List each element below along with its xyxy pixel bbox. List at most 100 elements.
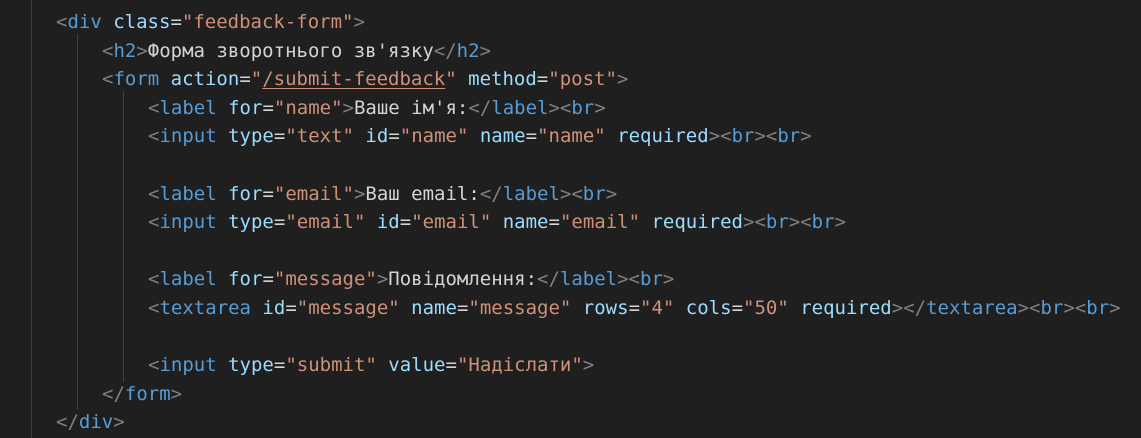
token-str: "name" — [399, 125, 469, 148]
token-bracket: > — [662, 268, 675, 291]
token-bracket: > — [342, 96, 354, 119]
token-bracket: >< — [1063, 296, 1087, 319]
token-bracket: ></ — [891, 296, 927, 319]
code-line[interactable]: <h2>Форма зворотнього зв'язку</h2> — [0, 37, 1121, 66]
token-str: "Надіслати" — [456, 354, 583, 377]
token-eq: = — [273, 354, 286, 377]
token-attr: id — [365, 125, 389, 148]
code-line[interactable]: <label for="name">Ваше ім'я:</label><br> — [0, 94, 1121, 123]
token-str: "feedback-form" — [181, 11, 354, 33]
code-line[interactable]: <input type="submit" value="Надіслати"> — [0, 351, 1121, 380]
token-tag: h2 — [456, 39, 480, 62]
token-tag: label — [491, 96, 549, 119]
token-tag: br — [811, 211, 835, 234]
token-bracket: > — [834, 211, 847, 234]
token-str: "4" — [640, 296, 675, 319]
token-eq: = — [388, 125, 400, 148]
token-str: " — [445, 68, 457, 91]
token-bracket: > — [479, 39, 492, 62]
token-bracket: >< — [788, 211, 812, 234]
code-line[interactable]: <input type="text" id="name" name="name"… — [0, 122, 1121, 151]
token-tag: label — [159, 96, 217, 119]
token-eq: = — [239, 68, 251, 91]
token-attr: cols — [685, 296, 732, 319]
token-str: "submit" — [285, 354, 377, 377]
code-line[interactable]: <form action="/submit-feedback" method="… — [0, 65, 1121, 94]
token-bracket: </ — [56, 411, 79, 434]
token-bracket: > — [582, 354, 595, 377]
token-bracket: >< — [617, 268, 640, 291]
token-eq: = — [262, 182, 274, 205]
token-text: Ваше ім'я: — [353, 96, 469, 119]
code-line[interactable] — [0, 237, 1121, 266]
token-str: "email" — [559, 211, 641, 234]
token-bracket: < — [148, 268, 160, 291]
token-tag: form — [124, 382, 171, 405]
code-line[interactable]: <label for="message">Повідомлення:</labe… — [0, 265, 1121, 294]
token-tag: input — [159, 354, 217, 377]
token-text: Ваш email: — [365, 182, 480, 205]
token-tag: br — [765, 211, 789, 234]
token-bracket: >< — [559, 182, 583, 205]
token-eq: = — [273, 211, 286, 234]
code-line[interactable]: </form> — [0, 380, 1121, 409]
token-tag: textarea — [926, 296, 1018, 319]
code-content[interactable]: <div class="feedback-form"> <h2>Форма зво… — [0, 8, 1121, 437]
token-attr: type — [228, 211, 274, 234]
token-text: Повідомлення: — [388, 268, 538, 291]
token-str: "email" — [273, 182, 354, 205]
token-attr: for — [228, 96, 263, 119]
token-bracket: > — [353, 182, 366, 205]
token-bracket: < — [56, 11, 68, 33]
token-eq: = — [262, 268, 274, 291]
token-bracket: >< — [548, 96, 572, 119]
token-attr: name — [411, 296, 457, 319]
token-bracket: < — [148, 125, 160, 148]
code-line[interactable] — [0, 323, 1121, 352]
code-line[interactable]: <input type="email" id="email" name="ema… — [0, 208, 1121, 237]
token-attr: for — [228, 182, 263, 205]
token-tag: h2 — [113, 39, 137, 62]
token-tag: br — [571, 96, 595, 119]
token-eq: = — [170, 11, 182, 33]
token-attr: required — [617, 125, 709, 148]
token-eq: = — [731, 296, 744, 319]
token-bracket: < — [148, 211, 160, 234]
token-bracket: </ — [433, 39, 457, 62]
code-line[interactable]: <label for="email">Ваш email:</label><br… — [0, 180, 1121, 209]
code-line[interactable]: </div> — [0, 408, 1121, 437]
token-bracket: </ — [479, 182, 503, 205]
token-tag: label — [159, 182, 217, 205]
token-tag: textarea — [159, 296, 251, 319]
code-line[interactable]: <textarea id="message" name="message" ro… — [0, 294, 1121, 323]
token-tag: div — [67, 11, 102, 33]
token-eq: = — [536, 68, 549, 91]
code-line[interactable]: <div class="feedback-form"> — [0, 8, 1121, 37]
token-eq: = — [525, 125, 538, 148]
token-tag: label — [159, 268, 217, 291]
code-line[interactable] — [0, 151, 1121, 180]
token-eq: = — [399, 211, 412, 234]
token-tag: input — [159, 125, 217, 148]
token-tag: br — [731, 125, 755, 148]
code-editor[interactable]: <div class="feedback-form"> <h2>Форма зво… — [0, 0, 1141, 438]
token-attr: for — [228, 268, 263, 291]
token-str: /submit-feedback — [262, 68, 446, 91]
token-str: "message" — [296, 296, 400, 319]
token-eq: = — [273, 125, 286, 148]
token-bracket: </ — [468, 96, 492, 119]
